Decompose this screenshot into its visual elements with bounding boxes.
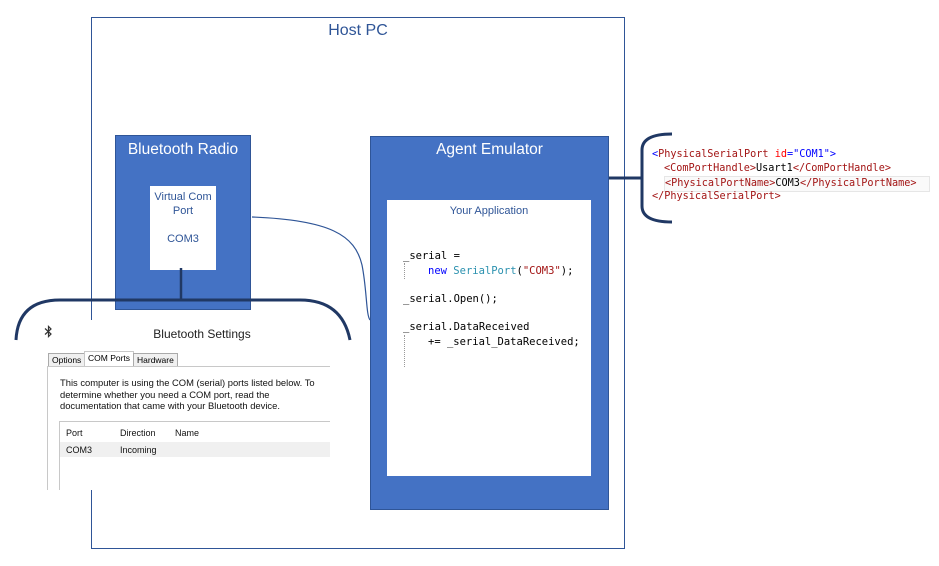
xml-attr: id: [774, 149, 787, 160]
xml-line-1: <PhysicalSerialPort id="COM1">: [652, 148, 836, 162]
xml-close-tag: </PhysicalPortName>: [799, 178, 917, 189]
row-port: COM3: [66, 445, 93, 455]
column-header-direction[interactable]: Direction: [120, 428, 156, 438]
xml-attr-value: COM1: [799, 149, 824, 160]
tab-hardware[interactable]: Hardware: [133, 353, 178, 366]
column-header-name[interactable]: Name: [175, 428, 199, 438]
xml-tag: PhysicalSerialPort: [658, 149, 769, 160]
dialog-title: Bluetooth Settings: [153, 327, 251, 341]
table-row[interactable]: [60, 442, 330, 457]
column-header-port[interactable]: Port: [66, 428, 83, 438]
com-ports-description: This computer is using the COM (serial) …: [60, 377, 315, 411]
xml-open-tag: <PhysicalPortName>: [665, 178, 776, 189]
xml-value: Usart1: [756, 163, 793, 174]
xml-delim: ">: [823, 149, 837, 160]
xml-delim: =": [786, 149, 800, 160]
xml-value: COM3: [775, 178, 800, 189]
row-direction: Incoming: [120, 445, 157, 455]
xml-line-4: </PhysicalSerialPort>: [652, 191, 781, 202]
com-connector-line: [251, 216, 371, 321]
tab-com-ports[interactable]: COM Ports: [84, 351, 135, 366]
tab-options[interactable]: Options: [48, 353, 86, 366]
xml-close-tag: </ComPortHandle>: [792, 163, 891, 174]
xml-line-2: <ComPortHandle>Usart1</ComPortHandle>: [664, 162, 891, 176]
xml-open-tag: <ComPortHandle>: [664, 163, 757, 174]
